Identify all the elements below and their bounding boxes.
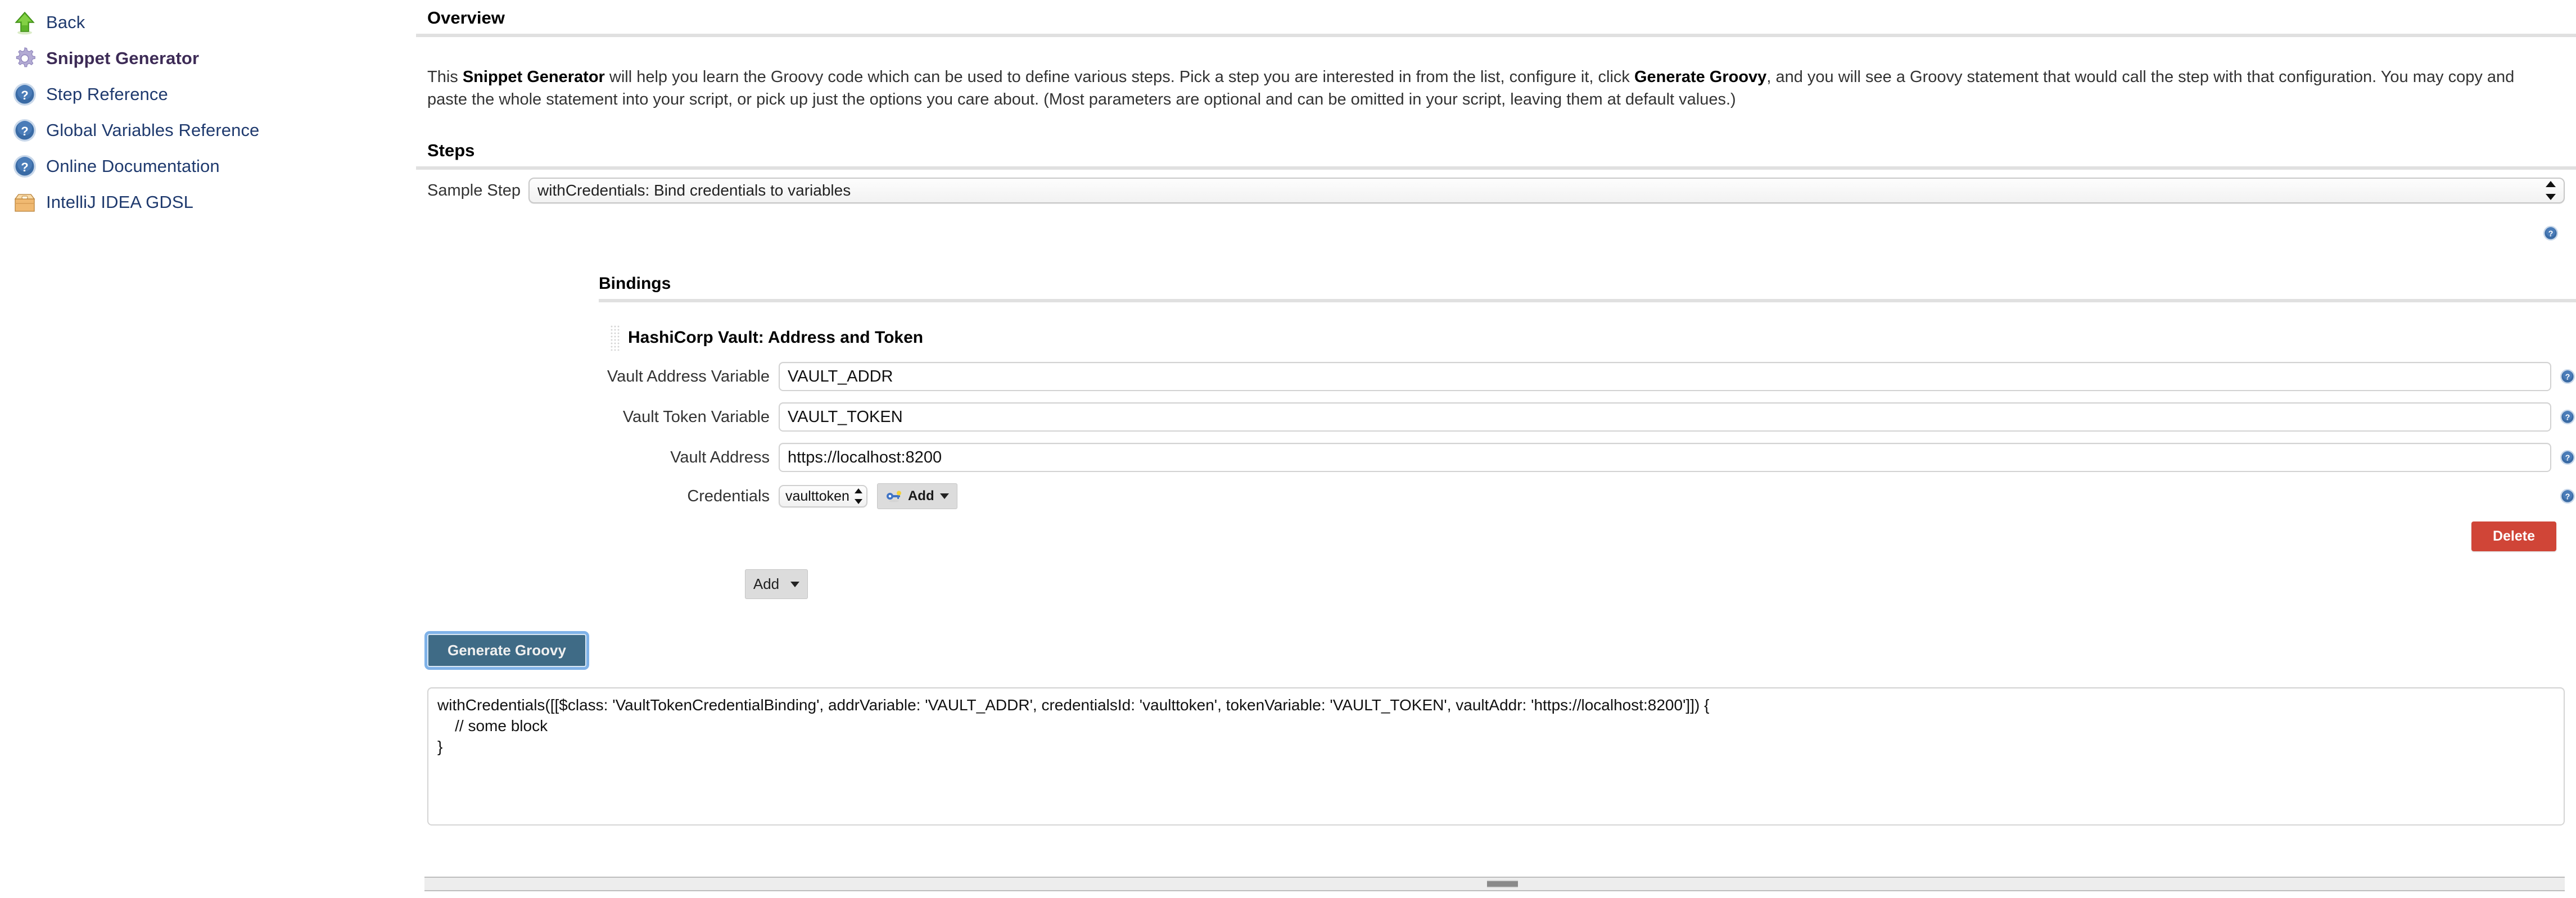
credentials-help-icon[interactable]: ? xyxy=(2559,488,2576,505)
chevron-down-icon xyxy=(790,582,799,587)
vault-address-variable-help-icon[interactable]: ? xyxy=(2559,368,2576,385)
delete-binding-button[interactable]: Delete xyxy=(2471,521,2556,551)
sidebar-item-label: Snippet Generator xyxy=(46,48,199,69)
sidebar-item-label: Global Variables Reference xyxy=(46,120,259,140)
overview-text-part-1: This xyxy=(427,68,463,86)
sidebar-item-label: Online Documentation xyxy=(46,156,220,176)
green-up-arrow-icon xyxy=(11,9,38,36)
svg-text:?: ? xyxy=(21,160,28,174)
binding-group-title: HashiCorp Vault: Address and Token xyxy=(628,328,923,347)
credentials-controls: vaulttoken Add xyxy=(779,483,2551,509)
add-binding-button[interactable]: Add xyxy=(745,569,808,599)
bindings-section: Bindings HashiCorp Vault: Address and To… xyxy=(416,274,2576,551)
delete-row: Delete xyxy=(599,521,2576,551)
snippet-generator-page: Back Snippet Generator ? Step Reference xyxy=(0,0,2576,898)
svg-text:?: ? xyxy=(21,124,28,138)
svg-text:?: ? xyxy=(2565,373,2570,382)
svg-text:?: ? xyxy=(21,88,28,102)
sidebar-item-global-variables-reference[interactable]: ? Global Variables Reference xyxy=(0,112,416,148)
package-box-icon xyxy=(11,189,38,216)
add-binding-row: Add xyxy=(416,569,2576,599)
field-label: Vault Token Variable xyxy=(599,408,779,427)
credentials-selected-value: vaulttoken xyxy=(785,488,849,505)
sample-step-selected-value: withCredentials: Bind credentials to var… xyxy=(537,182,851,199)
field-label: Vault Address Variable xyxy=(599,368,779,386)
horizontal-scrollbar-thumb[interactable] xyxy=(1487,880,1518,888)
sidebar-item-snippet-generator[interactable]: Snippet Generator xyxy=(0,40,416,76)
field-row-credentials: Credentials vaulttoken xyxy=(599,483,2576,509)
sidebar-item-intellij-idea-gdsl[interactable]: IntelliJ IDEA GDSL xyxy=(0,184,416,220)
overview-emphasis-generate-groovy: Generate Groovy xyxy=(1634,68,1766,86)
help-question-icon: ? xyxy=(11,117,38,144)
field-row-vault-address: Vault Address ? xyxy=(599,443,2576,472)
bindings-heading: Bindings xyxy=(599,274,2576,299)
overview-divider xyxy=(416,34,2576,37)
horizontal-scrollbar[interactable] xyxy=(424,877,2565,891)
steps-heading: Steps xyxy=(416,133,2576,166)
sample-step-label: Sample Step xyxy=(427,182,521,200)
overview-text-part-2: will help you learn the Groovy code whic… xyxy=(605,68,1634,86)
chevron-updown-icon xyxy=(2546,181,2556,200)
sample-step-select[interactable]: withCredentials: Bind credentials to var… xyxy=(528,178,2565,203)
gear-icon xyxy=(11,45,38,72)
overview-heading: Overview xyxy=(416,0,2576,34)
field-label: Credentials xyxy=(599,487,779,506)
svg-text:?: ? xyxy=(2565,493,2570,502)
generate-groovy-button[interactable]: Generate Groovy xyxy=(427,634,586,667)
sidebar-item-step-reference[interactable]: ? Step Reference xyxy=(0,76,416,112)
vault-address-input[interactable] xyxy=(779,443,2551,472)
sample-step-row: Sample Step withCredentials: Bind creden… xyxy=(416,170,2576,203)
vault-token-variable-input[interactable] xyxy=(779,402,2551,432)
drag-handle-icon[interactable] xyxy=(610,325,620,351)
overview-emphasis-snippet-generator: Snippet Generator xyxy=(463,68,605,86)
add-credentials-button[interactable]: Add xyxy=(877,483,957,509)
field-label: Vault Address xyxy=(599,448,779,467)
vault-token-variable-help-icon[interactable]: ? xyxy=(2559,409,2576,425)
chevron-down-icon xyxy=(940,493,949,499)
chevron-updown-icon xyxy=(855,488,862,504)
sidebar-item-label: Step Reference xyxy=(46,84,168,105)
key-icon xyxy=(885,490,902,502)
sidebar-item-back[interactable]: Back xyxy=(0,4,416,40)
svg-text:?: ? xyxy=(2548,230,2554,239)
field-row-vault-token-variable: Vault Token Variable ? xyxy=(599,402,2576,432)
add-credentials-label: Add xyxy=(908,488,934,504)
svg-text:?: ? xyxy=(2565,414,2570,423)
sidebar-item-label: IntelliJ IDEA GDSL xyxy=(46,192,193,212)
sidebar-item-online-documentation[interactable]: ? Online Documentation xyxy=(0,148,416,184)
add-binding-label: Add xyxy=(753,575,779,593)
binding-group-header: HashiCorp Vault: Address and Token xyxy=(599,325,2576,351)
sidebar-item-label: Back xyxy=(46,12,85,33)
generated-groovy-code[interactable] xyxy=(427,687,2565,826)
credentials-select[interactable]: vaulttoken xyxy=(779,485,867,507)
bindings-divider xyxy=(599,299,2576,302)
main-content: Overview This Snippet Generator will hel… xyxy=(416,0,2576,898)
overview-paragraph: This Snippet Generator will help you lea… xyxy=(416,53,2552,116)
sidebar: Back Snippet Generator ? Step Reference xyxy=(0,0,416,220)
svg-text:?: ? xyxy=(2565,454,2570,463)
vault-address-help-icon[interactable]: ? xyxy=(2559,449,2576,466)
field-row-vault-address-variable: Vault Address Variable ? xyxy=(599,362,2576,391)
generate-groovy-row: Generate Groovy xyxy=(416,634,2576,667)
vault-address-variable-input[interactable] xyxy=(779,362,2551,391)
help-question-icon: ? xyxy=(11,153,38,180)
help-question-icon: ? xyxy=(11,81,38,108)
bindings-help-icon[interactable]: ? xyxy=(2542,225,2559,242)
